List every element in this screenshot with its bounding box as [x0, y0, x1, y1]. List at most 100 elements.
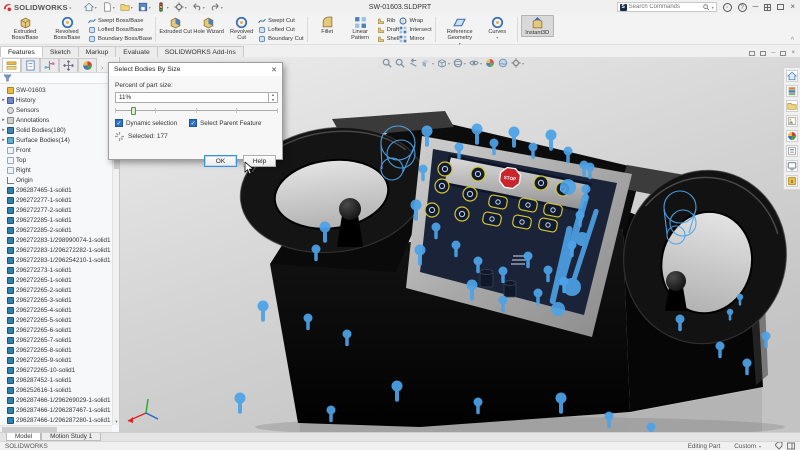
ribbon-button-wrap[interactable]: Wrap: [399, 17, 431, 25]
expand-arrow-icon[interactable]: ▸: [0, 127, 7, 133]
close-icon[interactable]: ×: [790, 2, 795, 12]
doc-minimize-icon[interactable]: ─: [771, 50, 775, 56]
ribbon-button-revolved-boss-base[interactable]: Revolved Boss/Base: [46, 15, 88, 41]
tree-item-top[interactable]: Top: [0, 155, 112, 165]
keypad-button[interactable]: [455, 207, 469, 221]
keypad-button[interactable]: [471, 167, 485, 181]
logo-expand-arrow[interactable]: ▸: [70, 5, 72, 10]
tab-solidworks-addins[interactable]: SOLIDWORKS Add-Ins: [157, 46, 244, 57]
filter-funnel-icon[interactable]: [3, 74, 12, 82]
tree-item-origin[interactable]: Origin: [0, 175, 112, 185]
tree-item-296272265-9-solid1[interactable]: 296272265-9-solid1: [0, 355, 112, 365]
tree-item-296272283-1-298990074-1-solid1[interactable]: 296272283-1/298990074-1-solid1: [0, 235, 112, 245]
zoom-to-area-button[interactable]: [395, 58, 405, 68]
tab-features[interactable]: Features: [0, 46, 43, 57]
tree-item-296287465-1-solid1[interactable]: 296287465-1-solid1: [0, 185, 112, 195]
ribbon-button-instant3d[interactable]: Instant3D: [521, 15, 554, 37]
doc-cascade-icon[interactable]: [760, 51, 766, 56]
ribbon-button-shell[interactable]: Shell: [377, 35, 400, 43]
tab-motion-study-1[interactable]: Motion Study 1: [41, 433, 101, 441]
ribbon-button-hole-wizard[interactable]: Hole Wizard: [192, 15, 225, 35]
search-dropdown-icon[interactable]: ▾: [712, 5, 714, 10]
user-account-icon[interactable]: ◦: [723, 3, 732, 12]
tree-item-296272265-7-solid1[interactable]: 296272265-7-solid1: [0, 335, 112, 345]
keypad-button[interactable]: [463, 187, 477, 201]
search-commands-box[interactable]: S ▾: [617, 2, 717, 12]
display-style-button[interactable]: ▾: [453, 58, 466, 68]
save-button[interactable]: ▾: [138, 2, 151, 12]
slider-thumb[interactable]: [131, 107, 136, 115]
tree-item-296272283-1-296272282-1-solid1[interactable]: 296272283-1/296272282-1-solid1: [0, 245, 112, 255]
ribbon-button-extruded-boss-base[interactable]: Extruded Boss/Base: [4, 15, 46, 41]
undo-button[interactable]: ▾: [192, 2, 205, 12]
minimize-icon[interactable]: ─: [753, 2, 759, 12]
ribbon-button-curves[interactable]: Curves ▾: [481, 15, 514, 40]
tree-item-296272285-2-solid1[interactable]: 296272285-2-solid1: [0, 225, 112, 235]
tree-item-296252616-1-solid1[interactable]: 296252616-1-solid1: [0, 385, 112, 395]
restore-icon[interactable]: [777, 4, 784, 10]
tree-item-296272277-2-solid1[interactable]: 296272277-2-solid1: [0, 205, 112, 215]
tree-item-296287466-1-296287467-1-solid1[interactable]: 296287466-1/296287467-1-solid1: [0, 405, 112, 415]
doc-close-icon[interactable]: ×: [791, 50, 795, 56]
tree-item-296272265-6-solid1[interactable]: 296272265-6-solid1: [0, 325, 112, 335]
previous-view-button[interactable]: [408, 58, 418, 68]
tree-item-296272277-1-solid1[interactable]: 296272277-1-solid1: [0, 195, 112, 205]
panel-tab-configuration-manager[interactable]: [40, 58, 59, 72]
panel-tab-display-manager[interactable]: [78, 58, 97, 72]
redo-button[interactable]: ▾: [210, 2, 223, 12]
keypad-button[interactable]: [534, 176, 548, 190]
tree-item-296272265-2-solid1[interactable]: 296272265-2-solid1: [0, 285, 112, 295]
spin-down-icon[interactable]: ▼: [269, 98, 277, 103]
xpress-products-button[interactable]: x: [786, 175, 798, 187]
ribbon-button-extruded-cut[interactable]: Extruded Cut: [159, 15, 192, 35]
ribbon-button-boundary-boss-base[interactable]: Boundary Boss/Base: [88, 35, 152, 43]
file-explorer-button[interactable]: [786, 100, 798, 112]
hide-show-items-button[interactable]: ▾: [469, 58, 482, 68]
ribbon-button-swept-cut[interactable]: Swept Cut: [258, 17, 303, 25]
ribbon-button-draft[interactable]: Draft: [377, 26, 400, 34]
layout-icon[interactable]: [764, 4, 771, 11]
expand-arrow-icon[interactable]: ▸: [0, 137, 7, 143]
ribbon-button-reference-geometry[interactable]: Reference Geometry ▾: [439, 15, 481, 46]
apply-scene-button[interactable]: [498, 58, 508, 68]
settings-gear-button[interactable]: ▾: [174, 2, 187, 12]
panel-tab-overflow-icon[interactable]: ›: [101, 65, 103, 72]
ribbon-button-swept-boss-base[interactable]: Swept Boss/Base: [88, 17, 152, 25]
tree-item-296272265-3-solid1[interactable]: 296272265-3-solid1: [0, 295, 112, 305]
ribbon-button-mirror[interactable]: Mirror: [399, 35, 431, 43]
tab-model[interactable]: Model: [6, 433, 41, 441]
tree-item-296287466-1-296287280-1-solid1[interactable]: 296287466-1/296287280-1-solid1: [0, 415, 112, 425]
ribbon-button-linear-pattern[interactable]: Linear Pattern: [344, 15, 377, 41]
design-library-button[interactable]: [786, 85, 798, 97]
tab-markup[interactable]: Markup: [78, 46, 117, 57]
tree-item-296272265-10-solid1[interactable]: 296272265-10-solid1: [0, 365, 112, 375]
tree-item-front[interactable]: Front: [0, 145, 112, 155]
tree-item-296272285-1-solid1[interactable]: 296272285-1-solid1: [0, 215, 112, 225]
percent-value[interactable]: 11%: [116, 94, 268, 101]
tag-icon[interactable]: [775, 442, 783, 450]
help-icon[interactable]: ?: [738, 3, 747, 12]
tree-item-surface-bodies-14[interactable]: ▸ Surface Bodies(14): [0, 135, 112, 145]
ribbon-button-lofted-cut[interactable]: Lofted Cut: [258, 26, 303, 34]
keypad-button[interactable]: [425, 203, 439, 217]
ribbon-button-intersect[interactable]: Intersect: [399, 26, 431, 34]
edit-appearance-button[interactable]: [485, 58, 495, 68]
panel-tab-property-manager[interactable]: [21, 58, 40, 72]
tree-item-296272265-8-solid1[interactable]: 296272265-8-solid1: [0, 345, 112, 355]
tree-item-296272265-4-solid1[interactable]: 296272265-4-solid1: [0, 305, 112, 315]
tab-evaluate[interactable]: Evaluate: [115, 46, 157, 57]
percent-slider[interactable]: [115, 107, 278, 115]
solidworks-resources-button[interactable]: [786, 70, 798, 82]
view-orientation-button[interactable]: ▾: [437, 58, 450, 68]
view-settings-button[interactable]: ▾: [511, 58, 524, 68]
tree-item-solid-bodies-180[interactable]: ▸ Solid Bodies(180): [0, 125, 112, 135]
keypad-button[interactable]: [435, 179, 449, 193]
ribbon-button-fillet[interactable]: Fillet: [311, 15, 344, 35]
zoom-to-fit-button[interactable]: [382, 58, 392, 68]
appearances-scenes-button[interactable]: [786, 130, 798, 142]
ok-button[interactable]: OK: [204, 155, 237, 167]
doc-new-window-icon[interactable]: [749, 51, 755, 56]
tab-sketch[interactable]: Sketch: [42, 46, 79, 57]
tree-item-296287466-1-296269029-1-solid1[interactable]: 296287466-1/296269029-1-solid1: [0, 395, 112, 405]
tree-item-296272273-1-solid1[interactable]: 296272273-1-solid1: [0, 265, 112, 275]
